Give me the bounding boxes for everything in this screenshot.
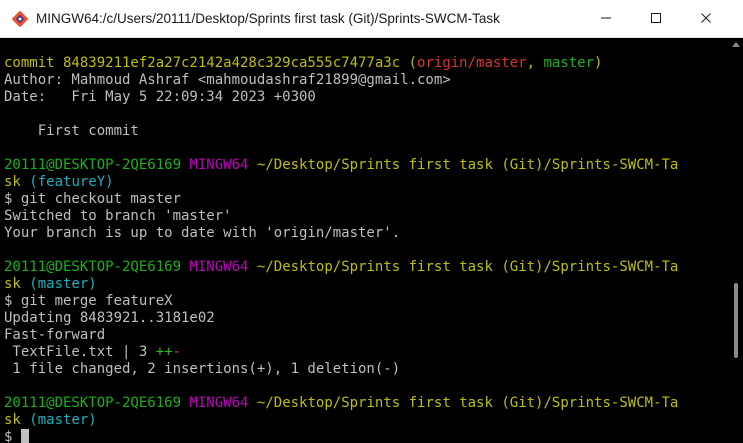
input-line[interactable]: $ — [4, 429, 29, 443]
commit-hash: commit 84839211ef2a27c2142a428c329ca555c… — [4, 55, 401, 71]
output-line: Fast-forward — [4, 327, 106, 343]
maximize-button[interactable] — [633, 0, 679, 37]
minimize-icon — [600, 9, 612, 28]
git-bash-icon — [11, 10, 29, 28]
close-button[interactable] — [683, 0, 729, 37]
prompt-env: MINGW64 — [189, 395, 249, 411]
summary-line: 1 file changed, 2 insertions(+), 1 delet… — [4, 361, 401, 377]
prompt-line-wrap: sk (featureY) — [4, 174, 114, 190]
output-line: Updating 8483921..3181e02 — [4, 310, 215, 326]
prompt-line-wrap: sk (master) — [4, 412, 97, 428]
scroll-thumb[interactable] — [734, 283, 738, 358]
prompt-line: 20111@DESKTOP-2QE6169 MINGW64 ~/Desktop/… — [4, 395, 678, 412]
prompt-user: 20111@DESKTOP-2QE6169 — [4, 395, 182, 411]
minimize-button[interactable] — [583, 0, 629, 37]
commit-message: First commit — [4, 123, 139, 139]
maximize-icon — [650, 9, 662, 28]
date-line: Date: Fri May 5 22:09:34 2023 +0300 — [4, 89, 316, 105]
text-cursor — [20, 429, 29, 443]
prompt-path: ~/Desktop/Sprints first task (Git)/Sprin… — [256, 259, 679, 275]
command-line: $ git checkout master — [4, 191, 182, 207]
local-ref: master — [543, 55, 595, 71]
prompt-line: 20111@DESKTOP-2QE6169 MINGW64 ~/Desktop/… — [4, 259, 678, 276]
close-icon — [700, 9, 712, 28]
commit-line: commit 84839211ef2a27c2142a428c329ca555c… — [4, 55, 603, 71]
diffstat-deletions: - — [172, 344, 182, 360]
terminal-output[interactable]: commit 84839211ef2a27c2142a428c329ca555c… — [0, 38, 730, 443]
title-bar[interactable]: MINGW64:/c/Users/20111/Desktop/Sprints f… — [0, 0, 743, 38]
prompt-env: MINGW64 — [189, 157, 249, 173]
diffstat-line: TextFile.txt | 3 ++- — [4, 344, 182, 360]
window-title: MINGW64:/c/Users/20111/Desktop/Sprints f… — [36, 11, 500, 26]
prompt-env: MINGW64 — [189, 259, 249, 275]
output-line: Switched to branch 'master' — [4, 208, 232, 224]
prompt-path: ~/Desktop/Sprints first task (Git)/Sprin… — [256, 157, 679, 173]
prompt-line: 20111@DESKTOP-2QE6169 MINGW64 ~/Desktop/… — [4, 157, 678, 174]
output-line: Your branch is up to date with 'origin/m… — [4, 225, 401, 241]
terminal-window: MINGW64:/c/Users/20111/Desktop/Sprints f… — [0, 0, 743, 443]
diffstat-insertions: ++ — [155, 344, 173, 360]
scroll-up-arrow-icon[interactable] — [732, 42, 740, 47]
vertical-scrollbar[interactable] — [730, 38, 743, 443]
remote-ref: origin/master — [417, 55, 527, 71]
prompt-branch: (featureY) — [29, 174, 114, 190]
prompt-symbol: $ — [4, 429, 21, 443]
command-line: $ git merge featureX — [4, 293, 173, 309]
prompt-branch: (master) — [29, 276, 97, 292]
prompt-branch: (master) — [29, 412, 97, 428]
prompt-user: 20111@DESKTOP-2QE6169 — [4, 259, 182, 275]
prompt-user: 20111@DESKTOP-2QE6169 — [4, 157, 182, 173]
author-line: Author: Mahmoud Ashraf <mahmoudashraf218… — [4, 72, 451, 88]
prompt-path: ~/Desktop/Sprints first task (Git)/Sprin… — [256, 395, 679, 411]
prompt-line-wrap: sk (master) — [4, 276, 97, 292]
